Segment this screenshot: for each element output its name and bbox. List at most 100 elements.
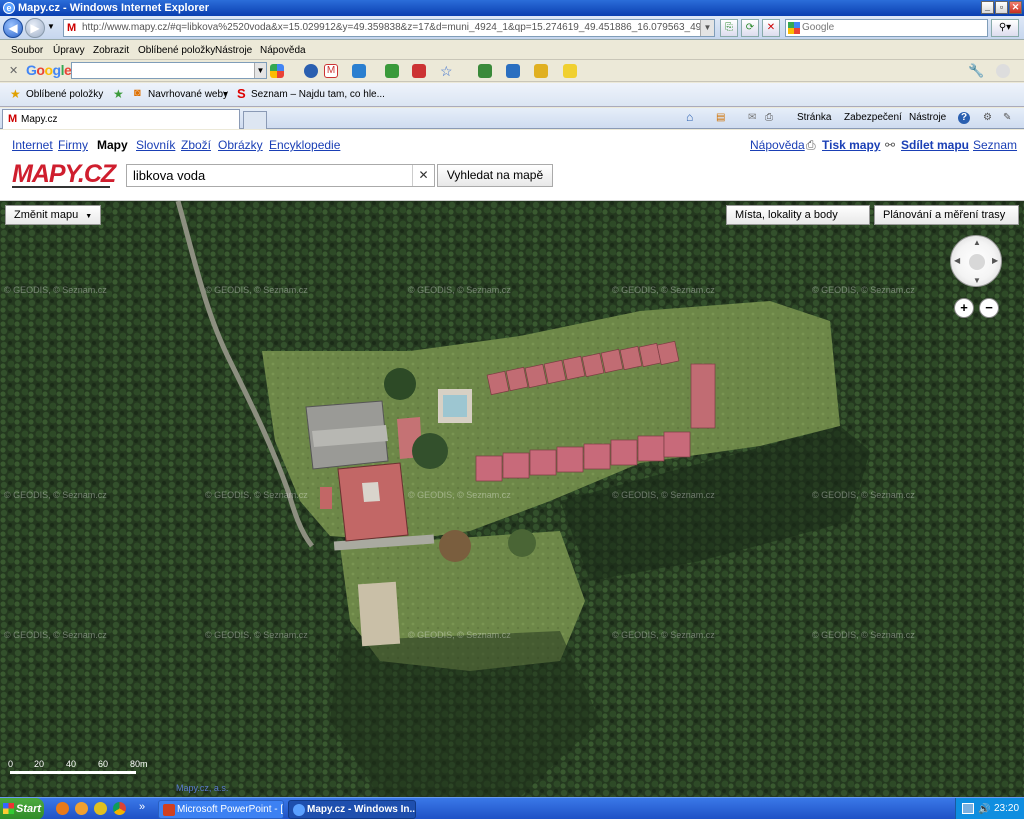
clock[interactable]: 23:20 <box>994 798 1019 819</box>
toolbar-close-icon[interactable]: ✕ <box>9 64 18 77</box>
close-icon[interactable]: ✕ <box>1009 1 1022 14</box>
research-icon[interactable]: ⚙ <box>983 112 992 123</box>
search-go-icon[interactable]: ⚲▾ <box>991 19 1019 37</box>
media-icon[interactable] <box>75 802 88 815</box>
nav-encyklopedie[interactable]: Encyklopedie <box>269 138 340 152</box>
autofill-icon[interactable] <box>534 64 548 78</box>
google-toolbar-input[interactable]: ▼ <box>71 62 267 79</box>
taskbar-item-powerpoint[interactable]: Microsoft PowerPoint - [... <box>158 800 284 819</box>
address-input[interactable]: M http://www.mapy.cz/#q=libkova%2520voda… <box>63 19 715 37</box>
share-icon[interactable] <box>385 64 399 78</box>
map-watermark: © GEODIS, © Seznam.cz <box>812 285 915 295</box>
change-map-label: Změnit mapu <box>14 209 79 221</box>
maximize-icon[interactable]: ▫ <box>995 1 1008 14</box>
highlight-icon[interactable] <box>563 64 577 78</box>
seznam-link-header[interactable]: Seznam <box>973 138 1017 152</box>
globe-icon[interactable] <box>304 64 318 78</box>
search-on-map-button[interactable]: Vyhledat na mapě <box>437 164 553 187</box>
chrome-icon[interactable] <box>113 802 126 815</box>
pan-down-icon[interactable]: ▼ <box>973 276 981 285</box>
nav-slovnik[interactable]: Slovník <box>136 138 175 152</box>
powerpoint-icon <box>163 804 175 816</box>
history-chevron-down-icon[interactable]: ▼ <box>47 22 55 31</box>
satellite-map[interactable]: © GEODIS, © Seznam.cz © GEODIS, © Seznam… <box>0 201 1024 797</box>
back-button[interactable]: ◀ <box>3 18 23 38</box>
plus-icon[interactable] <box>352 64 366 78</box>
address-dropdown-icon[interactable]: ▼ <box>700 20 714 36</box>
player-icon[interactable] <box>94 802 107 815</box>
start-button[interactable]: Start <box>0 798 44 819</box>
refresh-icon[interactable]: ⟳ <box>741 19 759 37</box>
pan-control[interactable]: ▲ ▼ ◀ ▶ <box>950 235 1002 287</box>
taskbar-item-label: Microsoft PowerPoint - [... <box>177 804 284 815</box>
logo-underline <box>12 186 110 188</box>
mapy-logo[interactable]: MAPY.CZ <box>12 160 116 188</box>
favorites-button[interactable]: Oblíbené položky <box>26 89 103 100</box>
print-icon[interactable]: ⎙ <box>765 112 773 123</box>
more-chevron-icon[interactable]: » <box>139 801 145 813</box>
add-favorite-icon[interactable]: ★ <box>113 87 124 101</box>
messenger-icon[interactable]: ✎ <box>1003 112 1011 123</box>
safety-menu[interactable]: Zabezpečení <box>844 112 902 123</box>
translate-icon[interactable] <box>506 64 520 78</box>
pan-up-icon[interactable]: ▲ <box>973 238 981 247</box>
read-mail-icon[interactable]: ✉ <box>748 112 756 123</box>
wrench-icon[interactable]: 🔧 <box>968 64 984 78</box>
menu-file[interactable]: Soubor <box>11 45 43 56</box>
page-menu[interactable]: Stránka <box>797 112 831 123</box>
stop-icon[interactable]: ✕ <box>762 19 780 37</box>
taskbar-item-ie[interactable]: Mapy.cz - Windows In... <box>288 800 416 819</box>
popup-blocker-icon[interactable] <box>412 64 426 78</box>
nav-firmy[interactable]: Firmy <box>58 138 88 152</box>
help-icon[interactable]: ? <box>958 112 970 124</box>
clear-search-icon[interactable]: ✕ <box>412 165 434 186</box>
home-icon[interactable]: ⌂ <box>686 110 693 124</box>
map-copyright[interactable]: Mapy.cz, a.s. <box>176 783 228 793</box>
new-tab-button[interactable] <box>243 111 267 129</box>
compatibility-view-icon[interactable]: ⎘ <box>720 19 738 37</box>
sign-in-icon[interactable] <box>996 64 1010 78</box>
forward-button[interactable]: ▶ <box>25 18 45 38</box>
nav-internet[interactable]: Internet <box>12 138 53 152</box>
bookmark-star-icon[interactable]: ☆ <box>440 64 454 78</box>
change-map-button[interactable]: Změnit mapu ▼ <box>5 205 102 225</box>
google-input-dropdown-icon[interactable]: ▼ <box>254 63 266 78</box>
pan-right-icon[interactable]: ▶ <box>992 256 998 265</box>
zoom-out-button[interactable]: − <box>979 298 999 318</box>
zoom-in-button[interactable]: + <box>954 298 974 318</box>
search-box[interactable]: Google <box>785 19 988 37</box>
suggested-sites-link[interactable]: Navrhované weby <box>148 89 228 100</box>
seznam-link[interactable]: Seznam – Najdu tam, co hle... <box>251 89 385 100</box>
places-button[interactable]: Místa, lokality a body <box>726 205 870 225</box>
route-planning-button[interactable]: Plánování a měření trasy <box>874 205 1019 225</box>
map-watermark: © GEODIS, © Seznam.cz <box>612 490 715 500</box>
suggested-sites-chevron-icon[interactable]: ▼ <box>222 91 229 98</box>
pan-left-icon[interactable]: ◀ <box>954 256 960 265</box>
map-watermark: © GEODIS, © Seznam.cz <box>4 490 107 500</box>
network-icon[interactable] <box>962 803 974 814</box>
menu-help[interactable]: Nápověda <box>260 45 306 56</box>
windows-taskbar: Start » Microsoft PowerPoint - [... Mapy… <box>0 797 1024 819</box>
tools-menu[interactable]: Nástroje <box>909 112 946 123</box>
nav-obrazky[interactable]: Obrázky <box>218 138 263 152</box>
feeds-icon[interactable]: ▤ <box>716 112 725 123</box>
map-watermark: © GEODIS, © Seznam.cz <box>408 630 511 640</box>
pan-center-icon[interactable] <box>969 254 985 270</box>
print-map-link[interactable]: Tisk mapy <box>822 138 880 152</box>
menu-view[interactable]: Zobrazit <box>93 45 129 56</box>
volume-icon[interactable]: 🔊 <box>978 799 990 819</box>
menu-edit[interactable]: Úpravy <box>53 45 85 56</box>
map-search-input[interactable]: libkova voda ✕ <box>126 164 435 187</box>
share-map-link[interactable]: Sdílet mapu <box>901 138 969 152</box>
gmail-icon[interactable]: M <box>324 64 338 78</box>
spellcheck-icon[interactable] <box>478 64 492 78</box>
minimize-icon[interactable]: _ <box>981 1 994 14</box>
firefox-icon[interactable] <box>56 802 69 815</box>
menu-favorites[interactable]: Oblíbené položky <box>138 45 215 56</box>
tab-mapy[interactable]: M Mapy.cz <box>2 109 240 129</box>
google-search-icon[interactable] <box>270 64 284 78</box>
help-link[interactable]: Nápověda <box>750 138 805 152</box>
menu-tools[interactable]: Nástroje <box>215 45 252 56</box>
nav-mapy[interactable]: Mapy <box>97 138 128 152</box>
nav-zbozi[interactable]: Zboží <box>181 138 211 152</box>
